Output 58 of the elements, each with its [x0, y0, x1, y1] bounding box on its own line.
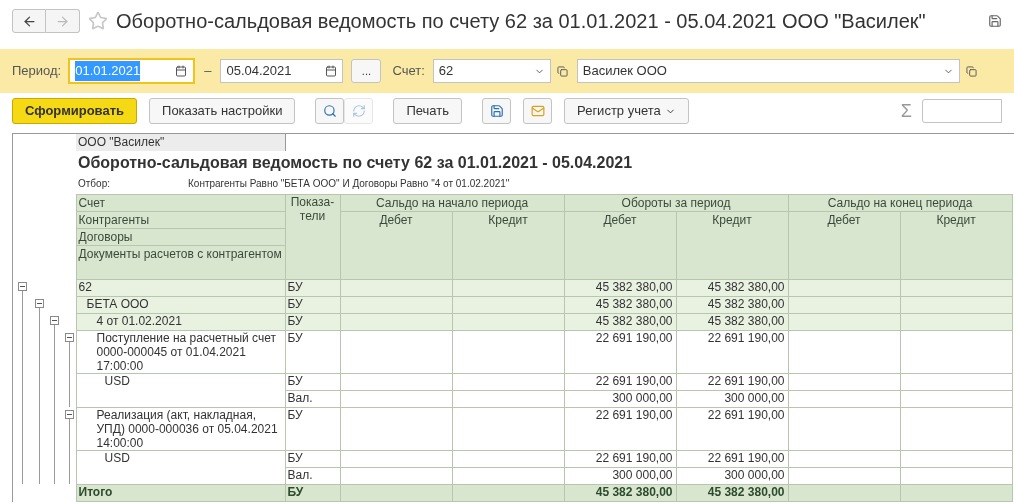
refresh-icon: [351, 104, 366, 118]
column-header: Показа-тели: [285, 194, 340, 279]
dropdown-button[interactable]: Регистр учета: [564, 98, 689, 124]
collapse-button[interactable]: [35, 299, 44, 308]
open-icon[interactable]: [965, 65, 977, 77]
collapse-button[interactable]: [65, 333, 74, 342]
collapse-button[interactable]: [65, 410, 74, 419]
amount-cell: 22 691 190,00: [564, 407, 676, 450]
row-label: USD: [76, 373, 285, 407]
row-label: Поступление на расчетный счет 0000-000045 от 01.04.2021 17:00:00: [76, 330, 285, 373]
date-to-field[interactable]: 05.04.2021: [220, 59, 344, 83]
period-label: Период:: [12, 62, 62, 81]
sum-field[interactable]: [922, 99, 1002, 123]
filter-label: Отбор:: [78, 176, 111, 191]
amount-cell: 22 691 190,00: [676, 407, 788, 450]
dash-label: –: [204, 62, 212, 81]
calendar-icon[interactable]: [325, 65, 338, 77]
email-button[interactable]: [523, 98, 553, 124]
generate-button[interactable]: Сформировать: [12, 98, 138, 124]
collapse-button[interactable]: [18, 282, 27, 291]
amount-cell: 22 691 190,00: [676, 330, 788, 373]
column-header: Дебет: [564, 211, 676, 279]
column-header: Документы расчетов с контрагентом: [76, 245, 285, 279]
search-button[interactable]: [315, 98, 345, 124]
column-header: Кредит: [452, 211, 564, 279]
open-icon[interactable]: [556, 65, 568, 77]
report-title: Оборотно-сальдовая ведомость по счету 62 за 01.01.2021 - 05.04.2021: [78, 154, 633, 171]
column-header: Дебет: [340, 211, 452, 279]
column-header: Счет: [76, 194, 285, 211]
organization-name: ООО "Василек": [76, 134, 285, 151]
column-header: Кредит: [900, 211, 1013, 279]
filter-text: Контрагенты Равно "БЕТА ООО" И Договоры Равно "4 от 01.02.2021": [188, 177, 510, 189]
indicator-cell: БУ: [285, 330, 340, 373]
organization-field[interactable]: Василек ООО: [576, 59, 960, 83]
account-label: Счет:: [392, 62, 425, 81]
column-group-header: Обороты за период: [564, 194, 788, 211]
search-icon: [322, 104, 337, 118]
back-button[interactable]: [12, 9, 46, 33]
amount-cell: 22 691 190,00: [564, 330, 676, 373]
toolbar-button[interactable]: Печать: [393, 98, 463, 124]
favorite-star-icon[interactable]: [88, 11, 108, 31]
column-header: Кредит: [676, 211, 788, 279]
column-header: Дебет: [788, 211, 900, 279]
column-group-header: Сальдо на начало периода: [340, 194, 564, 211]
indicator-cell: БУ: [285, 407, 340, 450]
account-field[interactable]: 62: [432, 59, 551, 83]
column-group-header: Сальдо на конец периода: [788, 194, 1013, 211]
row-label: USD: [76, 450, 285, 484]
row-label: Реализация (акт, накладная, УПД) 0000-000036 от 05.04.2021 14:00:00: [76, 407, 285, 450]
save-button[interactable]: [482, 98, 512, 124]
envelope-icon: [530, 104, 545, 118]
back-arrow-icon: [21, 13, 37, 29]
collapse-button[interactable]: [50, 316, 59, 325]
save-icon[interactable]: [988, 14, 1002, 28]
calendar-icon[interactable]: [175, 65, 188, 77]
toolbar-button[interactable]: Показать настройки: [149, 98, 296, 124]
window-title: Оборотно-сальдовая ведомость по счету 62 за 01.01.2021 - 05.04.2021 ООО "Василек": [116, 9, 926, 34]
period-select-button[interactable]: ...: [351, 59, 382, 83]
